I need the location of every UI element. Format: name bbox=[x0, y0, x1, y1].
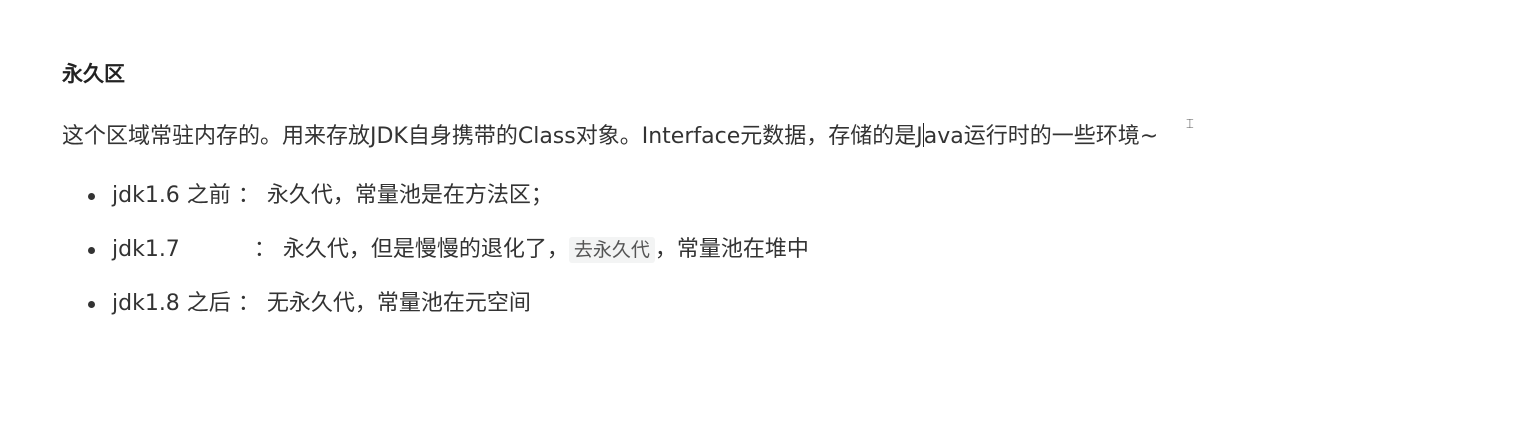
list-item-text: 无永久代，常量池在元空间 bbox=[266, 291, 531, 316]
inline-code: 去永久代 bbox=[568, 237, 655, 263]
bullet-icon bbox=[88, 193, 95, 200]
list-item-separator: ： bbox=[237, 183, 260, 208]
text-cursor-icon: ⌶ bbox=[1186, 117, 1194, 132]
intro-text-start: 这个区域常驻内存的。用来存放JDK自身携带的Class对象。Interface元… bbox=[62, 124, 923, 149]
bullet-icon bbox=[88, 301, 95, 308]
list-item-separator: ： bbox=[237, 291, 260, 316]
section-heading: 永久区 bbox=[62, 62, 125, 86]
list-item-version: jdk1.8 之后 bbox=[112, 291, 231, 316]
list-item-text: 永久代，常量池是在方法区； bbox=[266, 183, 553, 208]
intro-paragraph: 这个区域常驻内存的。用来存放JDK自身携带的Class对象。Interface元… bbox=[62, 120, 1158, 154]
list-item-version: jdk1.6 之前 bbox=[112, 183, 231, 208]
document-body: 永久区 这个区域常驻内存的。用来存放JDK自身携带的Class对象。Interf… bbox=[62, 0, 1502, 447]
bullet-icon bbox=[88, 247, 95, 254]
list-item-text: 永久代，但是慢慢的退化了， bbox=[282, 237, 569, 262]
intro-text-end: ava运行时的一些环境~ bbox=[923, 124, 1159, 149]
list-item-version: jdk1.7 bbox=[112, 237, 180, 262]
list-item-text-after: ，常量池在堆中 bbox=[654, 237, 809, 262]
list-item-separator: ： bbox=[253, 237, 276, 262]
